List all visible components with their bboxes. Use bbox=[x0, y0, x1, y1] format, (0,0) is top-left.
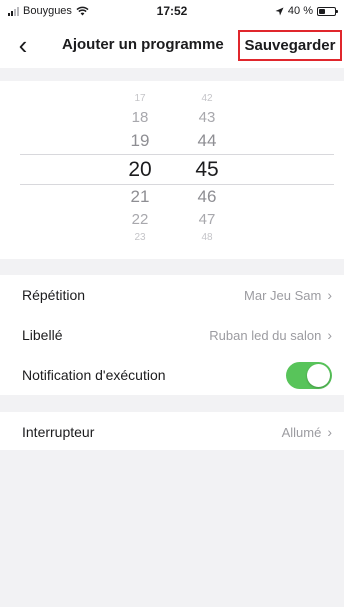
notification-toggle[interactable] bbox=[286, 361, 332, 389]
hour-option[interactable]: 19 bbox=[110, 131, 170, 151]
settings-group: Répétition Mar Jeu Sam › Libellé Ruban l… bbox=[0, 275, 344, 395]
settings-group-switch: Interrupteur Allumé › bbox=[0, 412, 344, 452]
interrupteur-value-group: Allumé › bbox=[282, 424, 332, 440]
minute-option[interactable]: 47 bbox=[177, 211, 237, 228]
empty-area bbox=[0, 450, 344, 607]
minute-option[interactable]: 43 bbox=[177, 109, 237, 126]
chevron-right-icon: › bbox=[327, 424, 332, 440]
time-picker[interactable]: 17 18 19 20 21 22 23 42 43 44 45 46 47 48 bbox=[0, 81, 344, 259]
repetition-value: Mar Jeu Sam bbox=[244, 287, 322, 303]
chevron-right-icon: › bbox=[327, 287, 332, 303]
location-arrow-icon bbox=[275, 7, 284, 15]
page-title: Ajouter un programme bbox=[62, 36, 224, 53]
back-button[interactable]: ‹ bbox=[8, 30, 38, 60]
battery-fill bbox=[319, 8, 325, 14]
battery-percent: 40 % bbox=[287, 5, 313, 17]
hour-option[interactable]: 23 bbox=[110, 232, 170, 243]
minute-option[interactable]: 48 bbox=[177, 232, 237, 243]
repetition-row[interactable]: Répétition Mar Jeu Sam › bbox=[0, 275, 344, 315]
battery-icon bbox=[317, 6, 338, 16]
interrupteur-label: Interrupteur bbox=[22, 424, 95, 440]
minute-option[interactable]: 42 bbox=[177, 93, 237, 104]
minute-option[interactable]: 45 bbox=[177, 158, 237, 182]
section-gap bbox=[0, 68, 344, 81]
interrupteur-row[interactable]: Interrupteur Allumé › bbox=[0, 412, 344, 452]
section-gap bbox=[0, 396, 344, 412]
chevron-left-icon: ‹ bbox=[18, 30, 28, 60]
save-button[interactable]: Sauvegarder bbox=[238, 30, 342, 61]
minute-option[interactable]: 44 bbox=[177, 131, 237, 151]
hour-option[interactable]: 18 bbox=[110, 109, 170, 126]
notification-row: Notification d'exécution bbox=[0, 355, 344, 395]
repetition-value-group: Mar Jeu Sam › bbox=[244, 287, 332, 303]
minute-option[interactable]: 46 bbox=[177, 187, 237, 207]
toggle-knob bbox=[307, 363, 330, 387]
section-gap bbox=[0, 259, 344, 275]
libelle-label: Libellé bbox=[22, 327, 63, 343]
hour-option[interactable]: 21 bbox=[110, 187, 170, 207]
status-right: 40 % bbox=[275, 5, 338, 17]
interrupteur-value: Allumé bbox=[281, 424, 322, 440]
picker-selection-bottom-line bbox=[20, 184, 334, 185]
status-bar: Bouygues 17:52 40 % bbox=[0, 0, 344, 24]
chevron-right-icon: › bbox=[327, 327, 332, 343]
hour-option[interactable]: 22 bbox=[110, 211, 170, 228]
hour-option[interactable]: 17 bbox=[110, 93, 170, 104]
nav-bar: ‹ Ajouter un programme Sauvegarder bbox=[0, 24, 344, 68]
libelle-value-group: Ruban led du salon › bbox=[209, 327, 332, 343]
libelle-value: Ruban led du salon bbox=[209, 327, 322, 343]
notification-label: Notification d'exécution bbox=[22, 367, 166, 383]
picker-selection-top-line bbox=[20, 154, 334, 155]
libelle-row[interactable]: Libellé Ruban led du salon › bbox=[0, 315, 344, 355]
hour-option[interactable]: 20 bbox=[110, 158, 170, 182]
repetition-label: Répétition bbox=[22, 287, 86, 303]
